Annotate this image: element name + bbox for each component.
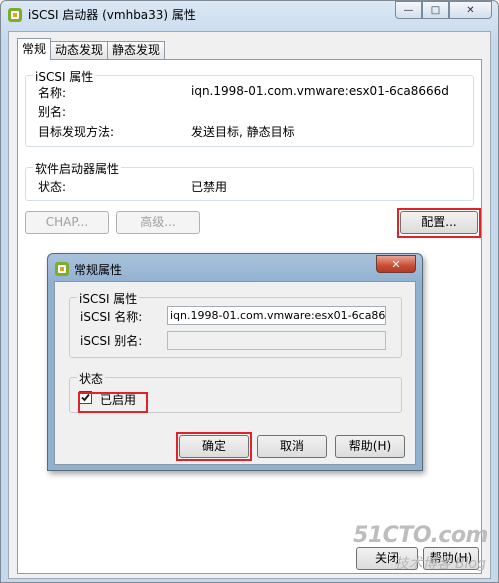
- tab-dynamic-discovery[interactable]: 动态发现: [50, 41, 109, 60]
- iscsi-properties-legend: iSCSI 属性: [33, 68, 96, 85]
- minimize-button[interactable]: —: [395, 1, 422, 19]
- tab-static-discovery[interactable]: 静态发现: [107, 41, 166, 60]
- tab-strip: 常规 动态发现 静态发现: [17, 38, 166, 60]
- close-button[interactable]: ✕: [449, 1, 492, 19]
- alias-label: 别名:: [38, 105, 67, 119]
- discovery-method-value: 发送目标, 静态目标: [191, 125, 295, 139]
- vmware-logo-icon: [8, 8, 22, 22]
- dialog-iscsi-properties-group: iSCSI 属性 iSCSI 名称: iqn.1998-01.com.vmwar…: [69, 290, 402, 358]
- name-label: 名称:: [38, 86, 67, 100]
- iscsi-name-label: iSCSI 名称:: [80, 310, 143, 324]
- dialog-close-button[interactable]: ✕: [376, 255, 416, 273]
- dialog-iscsi-legend: iSCSI 属性: [77, 290, 140, 307]
- enabled-highlight: [78, 392, 148, 413]
- cancel-button[interactable]: 取消: [257, 435, 327, 458]
- chap-button[interactable]: CHAP...: [25, 211, 109, 234]
- software-initiator-legend: 软件启动器属性: [33, 160, 122, 177]
- title-bar[interactable]: iSCSI 启动器 (vmhba33) 属性 — □ ✕: [1, 1, 498, 27]
- iscsi-properties-group: iSCSI 属性 名称: iqn.1998-01.com.vmware:esx0…: [25, 68, 474, 147]
- software-initiator-group: 软件启动器属性 状态: 已禁用: [25, 160, 474, 201]
- maximize-button[interactable]: □: [422, 1, 449, 19]
- watermark-tagline: 技术博客 Blog: [394, 556, 486, 572]
- dialog-status-legend: 状态: [77, 370, 106, 387]
- discovery-method-label: 目标发现方法:: [38, 125, 115, 139]
- ok-highlight: [176, 432, 252, 461]
- status-value: 已禁用: [191, 180, 228, 194]
- status-label: 状态:: [38, 180, 67, 194]
- iscsi-alias-input[interactable]: [167, 331, 386, 350]
- window-title: iSCSI 启动器 (vmhba33) 属性: [28, 8, 196, 22]
- iscsi-name-input[interactable]: iqn.1998-01.com.vmware:esx01-6ca8666d: [167, 306, 386, 325]
- dialog-help-button[interactable]: 帮助(H): [335, 435, 405, 458]
- watermark-site: 51CTO.com: [353, 523, 488, 548]
- name-value: iqn.1998-01.com.vmware:esx01-6ca8666d: [191, 84, 449, 98]
- iscsi-alias-label: iSCSI 别名:: [80, 334, 143, 348]
- dialog-client-area: iSCSI 属性 iSCSI 名称: iqn.1998-01.com.vmwar…: [54, 281, 416, 465]
- general-properties-dialog: 常规属性 ✕ iSCSI 属性 iSCSI 名称: iqn.1998-01.co…: [47, 253, 423, 471]
- tab-general[interactable]: 常规: [17, 38, 52, 60]
- vmware-logo-icon: [55, 262, 69, 276]
- dialog-title: 常规属性: [74, 263, 123, 277]
- advanced-button[interactable]: 高级...: [116, 211, 200, 234]
- configure-highlight: [397, 208, 481, 238]
